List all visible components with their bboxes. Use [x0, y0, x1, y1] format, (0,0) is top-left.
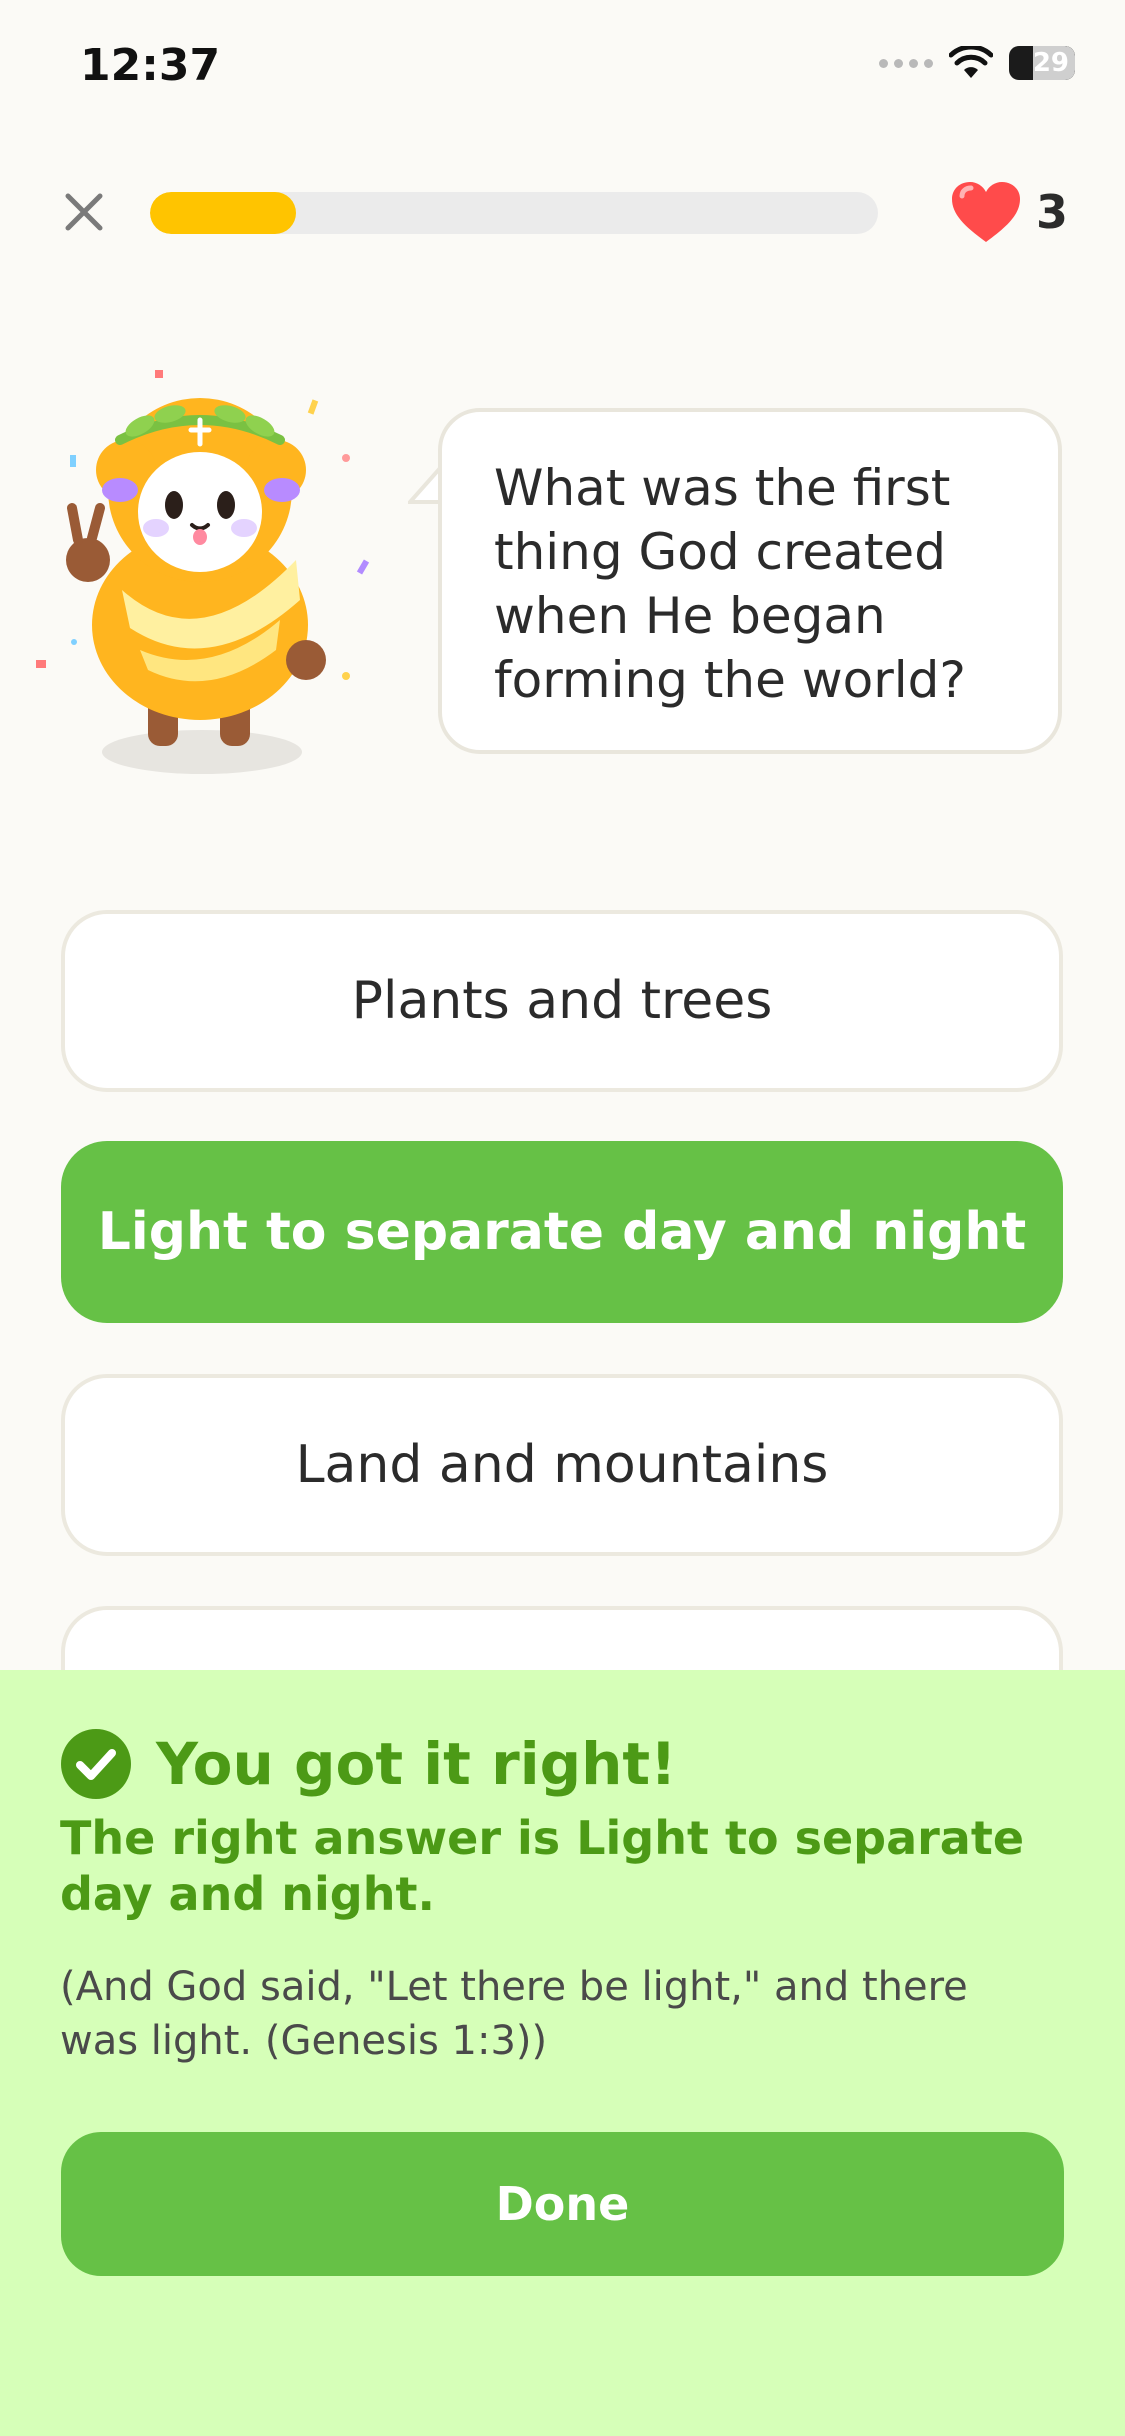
done-button[interactable]: Done: [61, 2132, 1064, 2276]
battery-icon: 29: [1009, 46, 1075, 80]
feedback-panel: You got it right! The right answer is Li…: [0, 1670, 1125, 2436]
status-time: 12:37: [80, 40, 221, 91]
hearts-count: 3: [1036, 185, 1069, 239]
mascot-illustration: [36, 370, 370, 774]
speech-bubble-tail: [408, 464, 442, 504]
close-icon[interactable]: [60, 188, 108, 236]
lesson-progress-fill: [150, 192, 296, 234]
feedback-answer: The right answer is Light to separate da…: [60, 1811, 1025, 1921]
check-circle-icon: [61, 1729, 131, 1799]
battery-level: 29: [1032, 48, 1069, 78]
hearts-counter[interactable]: 3: [950, 180, 1068, 244]
wifi-icon: [949, 46, 993, 78]
feedback-header: You got it right!: [60, 1728, 677, 1800]
answer-option-1[interactable]: Plants and trees: [61, 910, 1063, 1092]
lesson-progress-bar: [150, 192, 878, 234]
question-text: What was the first thing God created whe…: [494, 459, 966, 709]
answer-option-2[interactable]: Light to separate day and night: [61, 1141, 1063, 1323]
feedback-title: You got it right!: [156, 1730, 677, 1798]
question-bubble: What was the first thing God created whe…: [438, 408, 1062, 754]
answer-option-3[interactable]: Land and mountains: [61, 1374, 1063, 1556]
signal-icon: [879, 58, 933, 68]
status-icons: 29: [879, 46, 1075, 80]
feedback-reference: (And God said, "Let there be light," and…: [60, 1964, 968, 2064]
heart-icon: [952, 182, 1020, 242]
